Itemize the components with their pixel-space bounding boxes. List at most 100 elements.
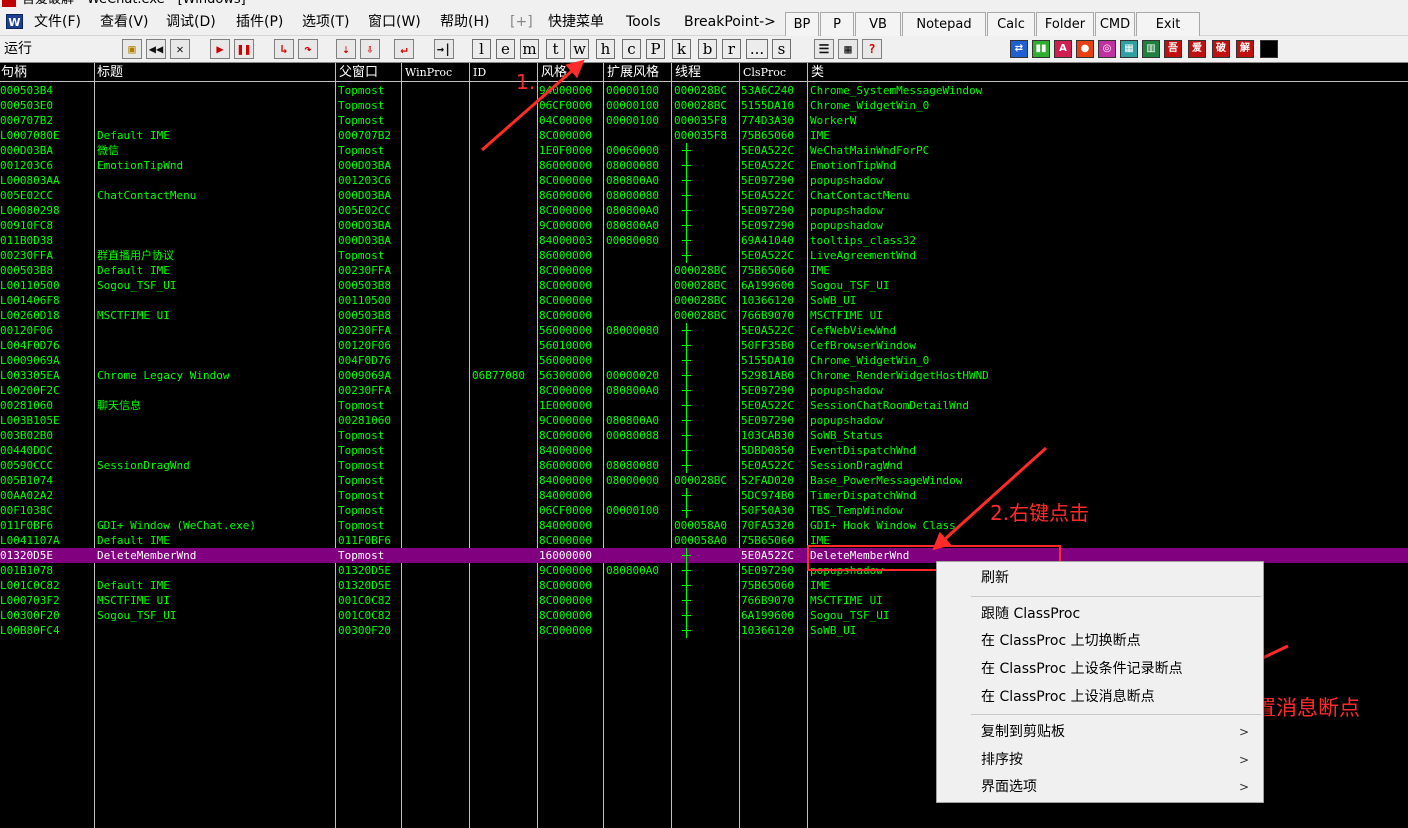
trace-over-icon[interactable]: ⇩ bbox=[360, 39, 380, 59]
app-menu-icon[interactable]: W bbox=[6, 14, 23, 29]
col-clsproc[interactable]: ClsProc bbox=[742, 64, 786, 81]
notepad-button[interactable]: Notepad bbox=[902, 12, 986, 38]
table-row[interactable]: L00080298 005E02CC 8C000000 080800A0 5E09729… bbox=[0, 203, 1408, 218]
go-to-icon[interactable]: →| bbox=[434, 39, 454, 59]
table-row[interactable]: L00200F2C 00230FFA 8C000000 080800A0 5E09729… bbox=[0, 383, 1408, 398]
table-row[interactable]: 00281060 聊天信息 Topmost 1E000000 5E0A522C Sessi… bbox=[0, 398, 1408, 413]
table-row[interactable]: 011F0BF6 GDI+ Window (WeChat.exe) Topmost 8… bbox=[0, 518, 1408, 533]
table-row[interactable]: L0007080E Default IME 000707B2 8C000000 0000… bbox=[0, 128, 1408, 143]
menu-tools[interactable]: Tools bbox=[626, 13, 661, 31]
col-thread[interactable]: 线程 bbox=[674, 64, 701, 81]
toolbar-t-button[interactable]: t bbox=[546, 39, 565, 59]
grid-plugin-icon[interactable]: ▦ bbox=[1120, 40, 1138, 58]
menu-help[interactable]: 帮助(H) bbox=[440, 13, 489, 31]
table-row[interactable]: L001406F8 00110500 8C000000 000028BC 1036612… bbox=[0, 293, 1408, 308]
menu-shortcut[interactable]: 快捷菜单 bbox=[548, 13, 604, 31]
table-row[interactable]: 003B02B0 Topmost 8C000000 00080088 103CAB30 S… bbox=[0, 428, 1408, 443]
toolbar-h-button[interactable]: h bbox=[596, 39, 615, 59]
menu-view[interactable]: 查看(V) bbox=[100, 13, 149, 31]
trace-into-icon[interactable]: ⇣ bbox=[336, 39, 356, 59]
record-icon[interactable]: ● bbox=[1076, 40, 1094, 58]
step-into-icon[interactable]: ↳ bbox=[274, 39, 294, 59]
ctx-sort-by[interactable]: 排序按 > bbox=[937, 748, 1263, 772]
cmd-button[interactable]: CMD bbox=[1095, 12, 1135, 38]
pause-icon[interactable]: ❚❚ bbox=[234, 39, 254, 59]
pause-plugin-icon[interactable]: ▮▮ bbox=[1032, 40, 1050, 58]
toolbar-l-button[interactable]: l bbox=[472, 39, 491, 59]
toolbar-b-button[interactable]: b bbox=[698, 39, 717, 59]
p-button[interactable]: P bbox=[820, 12, 854, 38]
col-winproc[interactable]: WinProc bbox=[404, 64, 452, 81]
table-row[interactable]: L0041107A Default IME 011F0BF6 8C000000 0000… bbox=[0, 533, 1408, 548]
col-id[interactable]: ID bbox=[472, 64, 486, 81]
table-row[interactable]: L000803AA 001203C6 8C000000 080800A0 5E09729… bbox=[0, 173, 1408, 188]
table-row[interactable]: 005E02CC ChatContactMenu 000D03BA 86000000 0… bbox=[0, 188, 1408, 203]
open-icon[interactable]: ▣ bbox=[122, 39, 142, 59]
ctx-message-breakpoint[interactable]: 在 ClassProc 上设消息断点 bbox=[937, 685, 1263, 709]
exit-button[interactable]: Exit bbox=[1136, 12, 1200, 38]
folder-button[interactable]: Folder bbox=[1036, 12, 1094, 38]
ctx-refresh[interactable]: 刷新 bbox=[937, 566, 1263, 590]
table-row[interactable]: 00AA02A2 Topmost 84000000 5DC974B0 TimerDisp… bbox=[0, 488, 1408, 503]
col-style[interactable]: 风格 bbox=[540, 64, 567, 81]
table-row[interactable]: 00590CCC SessionDragWnd Topmost 86000000 080… bbox=[0, 458, 1408, 473]
table-row[interactable]: 001203C6 EmotionTipWnd 000D03BA 86000000 080… bbox=[0, 158, 1408, 173]
col-title[interactable]: 标题 bbox=[96, 64, 123, 81]
toolbar-r-button[interactable]: r bbox=[722, 39, 741, 59]
menu-window[interactable]: 窗口(W) bbox=[368, 13, 421, 31]
table-row[interactable]: 00120F06 00230FFA 56000000 08000080 5E0A522C… bbox=[0, 323, 1408, 338]
table-row[interactable]: L003305EA Chrome Legacy Window 0009069A 06B… bbox=[0, 368, 1408, 383]
table-row[interactable]: 011B0D38 000D03BA 84000003 00080080 69A41040… bbox=[0, 233, 1408, 248]
step-over-icon[interactable]: ↷ bbox=[298, 39, 318, 59]
ctx-toggle-breakpoint[interactable]: 在 ClassProc 上切换断点 bbox=[937, 629, 1263, 653]
table-row[interactable]: L00260D18 MSCTFIME UI 000503B8 8C000000 0000… bbox=[0, 308, 1408, 323]
toolbar-p-button[interactable]: P bbox=[646, 39, 665, 59]
target-icon[interactable]: ◎ bbox=[1098, 40, 1116, 58]
col-class[interactable]: 类 bbox=[810, 64, 824, 81]
help-icon[interactable]: ? bbox=[862, 39, 882, 59]
col-exstyle[interactable]: 扩展风格 bbox=[606, 64, 659, 81]
table-row[interactable]: 00F1038C Topmost 06CF0000 00000100 50F50A30 T… bbox=[0, 503, 1408, 518]
menu-file[interactable]: 文件(F) bbox=[34, 13, 81, 31]
list-icon[interactable]: ☰ bbox=[814, 39, 834, 59]
a-plugin-icon[interactable]: A bbox=[1054, 40, 1072, 58]
plugin-jie-icon[interactable]: 解 bbox=[1236, 40, 1254, 58]
toolbar-m-button[interactable]: m bbox=[520, 39, 539, 59]
table-row[interactable]: 000503E0 Topmost 06CF0000 00000100 000028BC 5… bbox=[0, 98, 1408, 113]
table-row[interactable]: L003B105E 00281060 9C000000 080800A0 5E09729… bbox=[0, 413, 1408, 428]
table-row[interactable]: 000707B2 Topmost 04C00000 00000100 000035F8 7… bbox=[0, 113, 1408, 128]
table-row[interactable]: 005B1074 Topmost 84000000 08000000 000028BC 5… bbox=[0, 473, 1408, 488]
toolbar-w-button[interactable]: w bbox=[570, 39, 589, 59]
toolbar-e-button[interactable]: e bbox=[496, 39, 515, 59]
table-row[interactable]: L00110500 Sogou_TSF_UI 000503B8 8C000000 000… bbox=[0, 278, 1408, 293]
table-row[interactable]: 00910FC8 000D03BA 9C000000 080800A0 5E097290… bbox=[0, 218, 1408, 233]
close-icon[interactable]: ✕ bbox=[170, 39, 190, 59]
ctx-conditional-log-breakpoint[interactable]: 在 ClassProc 上设条件记录断点 bbox=[937, 657, 1263, 681]
toolbar-s-button[interactable]: s bbox=[772, 39, 791, 59]
ctx-ui-options[interactable]: 界面选项 > bbox=[937, 775, 1263, 799]
bp-button[interactable]: BP bbox=[785, 12, 819, 38]
vb-button[interactable]: VB bbox=[855, 12, 901, 38]
col-parent[interactable]: 父窗口 bbox=[338, 64, 378, 81]
plugin-black-icon[interactable] bbox=[1260, 40, 1278, 58]
menu-debug[interactable]: 调试(D) bbox=[166, 13, 216, 31]
plugin-po-icon[interactable]: 破 bbox=[1212, 40, 1230, 58]
menu-plugins[interactable]: 插件(P) bbox=[236, 13, 283, 31]
table-row[interactable]: 000503B4 Topmost 94000000 00000100 000028BC 5… bbox=[0, 83, 1408, 98]
menu-breakpoint[interactable]: BreakPoint-> bbox=[684, 13, 776, 31]
table-row[interactable]: 00230FFA 群直播用户协议 Topmost 86000000 5E0A522C Li… bbox=[0, 248, 1408, 263]
table-row[interactable]: 00440DDC Topmost 84000000 5DBD0850 EventDisp… bbox=[0, 443, 1408, 458]
table-row[interactable]: 000D03BA 微信 Topmost 1E0F0000 00060000 5E0A522… bbox=[0, 143, 1408, 158]
toolbar-more-button[interactable]: ... bbox=[746, 39, 768, 59]
menu-add[interactable]: [+] bbox=[510, 13, 533, 31]
ctx-copy-clipboard[interactable]: 复制到剪贴板 > bbox=[937, 720, 1263, 744]
calc-button[interactable]: Calc bbox=[987, 12, 1035, 38]
plugin-ai-icon[interactable]: 爱 bbox=[1188, 40, 1206, 58]
col-handle[interactable]: 句柄 bbox=[0, 64, 27, 81]
window-icon[interactable]: ▦ bbox=[838, 39, 858, 59]
ctx-follow-classproc[interactable]: 跟随 ClassProc bbox=[937, 602, 1263, 626]
toolbar-k-button[interactable]: k bbox=[672, 39, 691, 59]
menu-options[interactable]: 选项(T) bbox=[302, 13, 349, 31]
execute-till-return-icon[interactable]: ↵ bbox=[394, 39, 414, 59]
table-row[interactable]: L0009069A 004F0D76 56000000 5155DA10 Chrome_… bbox=[0, 353, 1408, 368]
